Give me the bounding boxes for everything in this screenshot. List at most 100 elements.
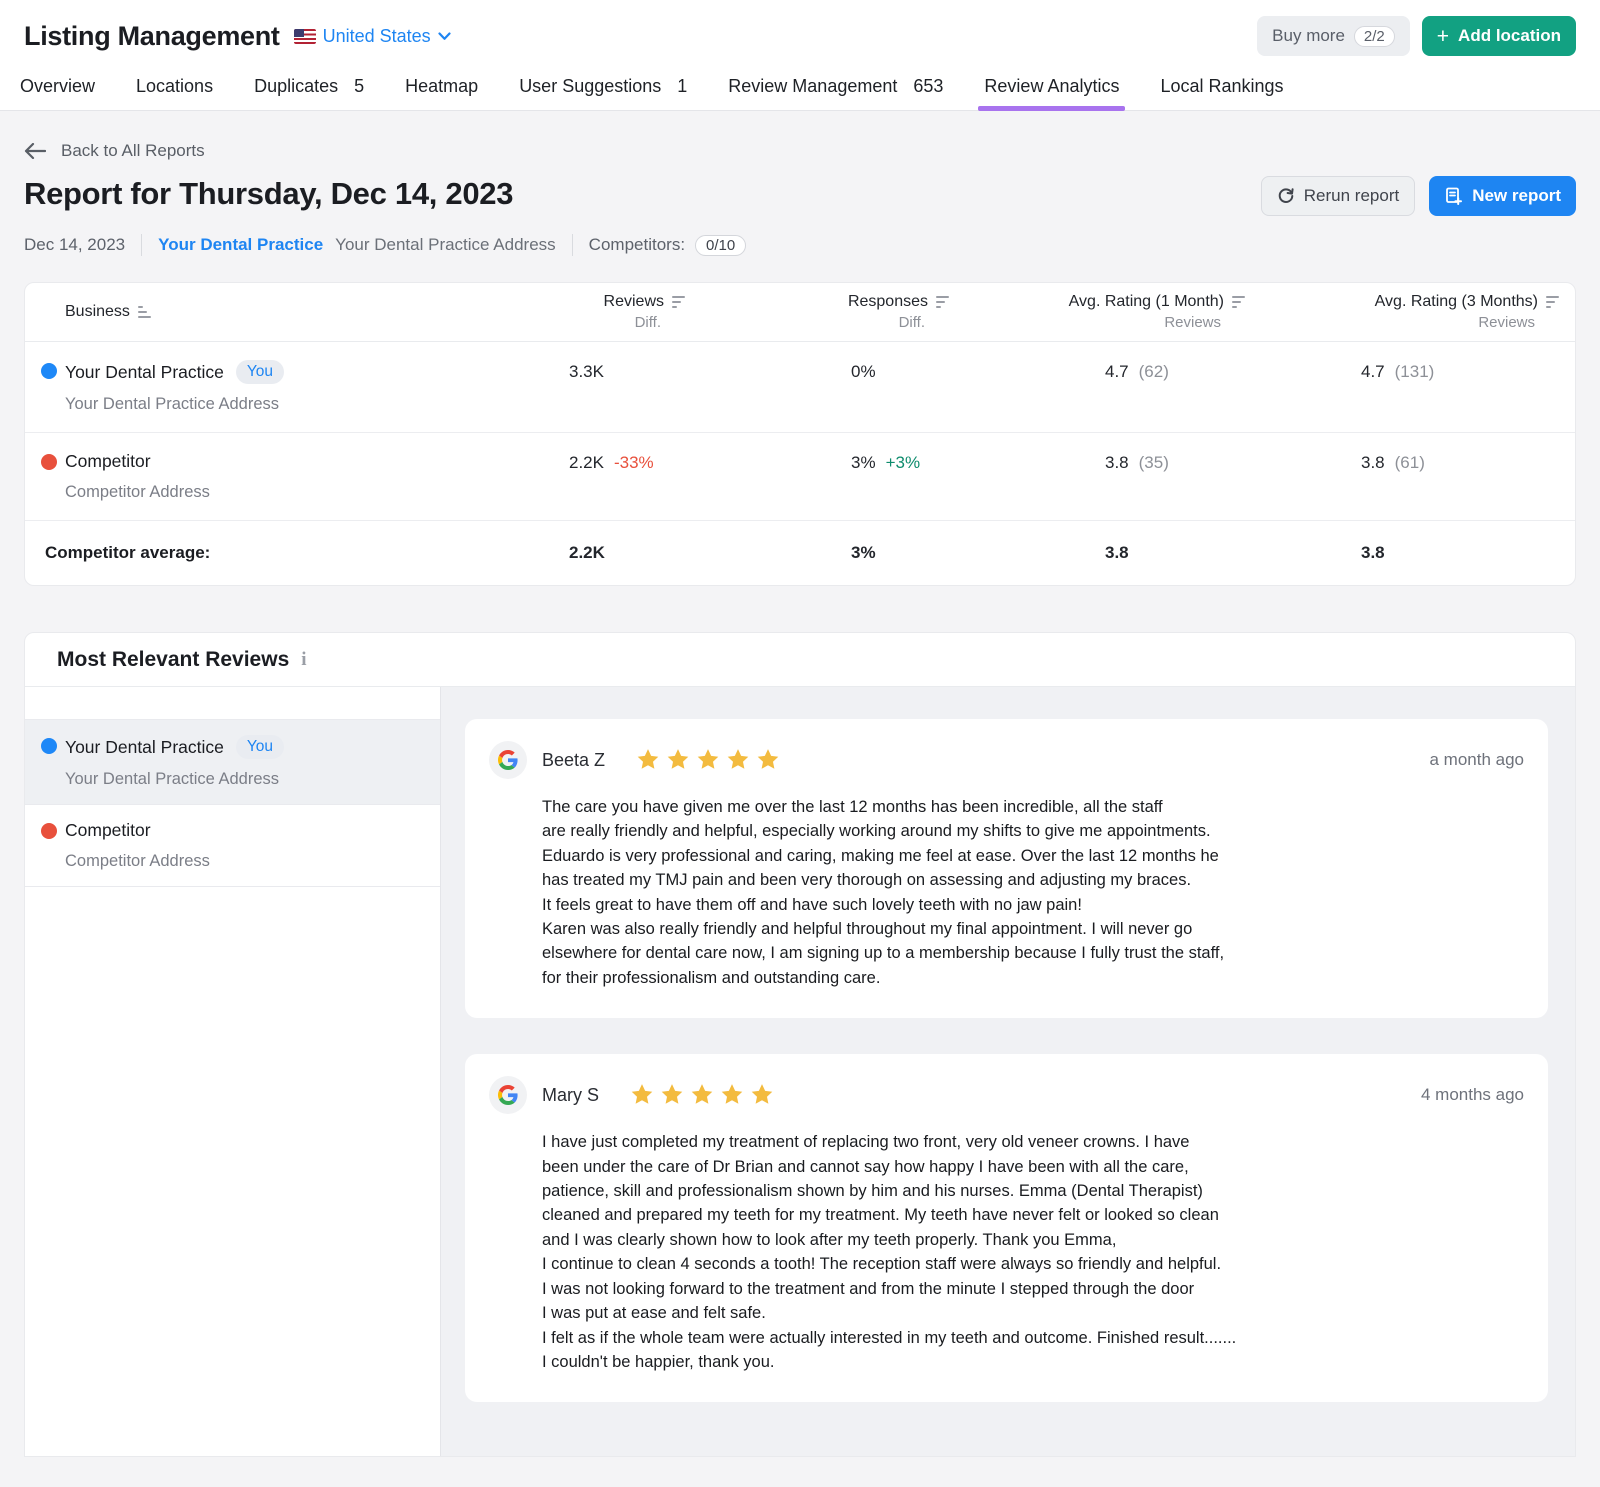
rating-3m-count: (61) (1395, 453, 1425, 473)
review-author: Mary S (542, 1085, 599, 1106)
column-header-rating-3months[interactable]: Avg. Rating (3 Months) Reviews (1261, 283, 1575, 341)
avg-rating-3m: 3.8 (1361, 543, 1385, 563)
table-row-competitor[interactable]: Competitor Competitor Address 2.2K -33% 3… (25, 433, 1575, 521)
star-icon (725, 747, 751, 773)
reviews-value: 2.2K (569, 453, 604, 473)
review-card: Beeta Z a month ago The care you have gi… (465, 719, 1548, 1018)
tab-duplicates[interactable]: Duplicates5 (252, 72, 366, 110)
most-relevant-reviews-section: Most Relevant Reviews i Your Dental Prac… (24, 632, 1576, 1457)
review-date: a month ago (1429, 750, 1524, 770)
reviews-section-title: Most Relevant Reviews (57, 648, 289, 672)
sidebar-item-competitor[interactable]: Competitor Competitor Address (25, 805, 440, 887)
sidebar-item-your-practice[interactable]: Your Dental Practice You Your Dental Pra… (25, 719, 440, 805)
rating-3m-count: (131) (1395, 362, 1435, 382)
sidebar-business-address: Competitor Address (65, 852, 210, 871)
you-badge: You (236, 735, 284, 759)
column-header-rating-1month[interactable]: Avg. Rating (1 Month) Reviews (965, 283, 1261, 341)
review-date: 4 months ago (1421, 1085, 1524, 1105)
divider (572, 234, 573, 256)
table-row-competitor-average: Competitor average: 2.2K 3% 3.8 3.8 (25, 521, 1575, 585)
buy-more-label: Buy more (1272, 26, 1345, 46)
new-report-button[interactable]: New report (1429, 176, 1576, 216)
sort-icon (672, 296, 685, 309)
new-report-label: New report (1472, 186, 1561, 206)
main-nav: Overview Locations Duplicates5 Heatmap U… (0, 66, 1600, 111)
star-icon (695, 747, 721, 773)
region-selector[interactable]: United States (294, 26, 451, 47)
star-icon (755, 747, 781, 773)
rating-1m-count: (35) (1139, 453, 1169, 473)
review-card: Mary S 4 months ago I have just complete… (465, 1054, 1548, 1402)
add-location-label: Add location (1458, 26, 1561, 46)
app-title: Listing Management (24, 21, 280, 52)
reviews-list: Beeta Z a month ago The care you have gi… (441, 687, 1575, 1456)
star-rating (635, 747, 781, 773)
tab-duplicates-count: 5 (354, 76, 364, 97)
rating-3m-value: 4.7 (1361, 362, 1385, 382)
review-text: The care you have given me over the last… (542, 795, 1524, 990)
sort-icon (138, 306, 151, 319)
tab-review-analytics[interactable]: Review Analytics (982, 72, 1121, 110)
competitors-label: Competitors: (589, 235, 685, 255)
tab-heatmap[interactable]: Heatmap (403, 72, 480, 110)
average-label: Competitor average: (25, 521, 541, 585)
sort-icon (936, 296, 949, 309)
star-icon (635, 747, 661, 773)
report-date: Dec 14, 2023 (24, 235, 125, 255)
business-name: Competitor (65, 451, 151, 472)
rating-1m-count: (62) (1139, 362, 1169, 382)
responses-value: 3% (851, 453, 876, 473)
tab-locations[interactable]: Locations (134, 72, 215, 110)
back-to-reports-link[interactable]: Back to All Reports (24, 111, 205, 161)
reviews-value: 3.3K (569, 362, 604, 382)
business-address: Competitor Address (65, 483, 210, 502)
responses-value: 0% (851, 362, 876, 382)
rating-1m-value: 4.7 (1105, 362, 1129, 382)
star-icon (659, 1082, 685, 1108)
star-icon (719, 1082, 745, 1108)
tab-review-management[interactable]: Review Management653 (726, 72, 945, 110)
sort-icon (1546, 296, 1559, 309)
tab-overview[interactable]: Overview (18, 72, 97, 110)
star-icon (749, 1082, 775, 1108)
refresh-icon (1277, 187, 1295, 205)
you-badge: You (236, 360, 284, 384)
new-report-icon (1444, 187, 1463, 206)
table-row-your-practice[interactable]: Your Dental Practice You Your Dental Pra… (25, 342, 1575, 433)
responses-diff: +3% (886, 453, 921, 473)
star-rating (629, 1082, 775, 1108)
buy-more-count-badge: 2/2 (1354, 26, 1395, 47)
column-header-reviews[interactable]: Reviews Diff. (541, 283, 701, 341)
business-address: Your Dental Practice Address (65, 395, 284, 414)
competitors-count-badge: 0/10 (695, 235, 746, 256)
tab-review-management-count: 653 (913, 76, 943, 97)
review-text: I have just completed my treatment of re… (542, 1130, 1524, 1374)
back-arrow-icon (24, 143, 46, 159)
region-label: United States (323, 26, 431, 47)
rating-3m-value: 3.8 (1361, 453, 1385, 473)
reviews-sidebar: Your Dental Practice You Your Dental Pra… (25, 687, 441, 1456)
blue-marker-dot (41, 738, 57, 754)
star-icon (689, 1082, 715, 1108)
add-location-button[interactable]: + Add location (1422, 16, 1576, 56)
divider (141, 234, 142, 256)
info-icon[interactable]: i (301, 649, 306, 671)
avg-reviews: 2.2K (569, 543, 605, 563)
sidebar-business-name: Competitor (65, 820, 151, 841)
sort-icon (1232, 296, 1245, 309)
star-icon (629, 1082, 655, 1108)
red-marker-dot (41, 454, 57, 470)
column-header-business[interactable]: Business (25, 293, 541, 331)
business-link[interactable]: Your Dental Practice (158, 235, 323, 255)
tab-local-rankings[interactable]: Local Rankings (1158, 72, 1285, 110)
tab-user-suggestions[interactable]: User Suggestions1 (517, 72, 689, 110)
rerun-report-button[interactable]: Rerun report (1261, 176, 1415, 216)
comparison-table: Business Reviews Diff. Responses Diff. A… (24, 282, 1576, 586)
reviews-diff: -33% (614, 453, 654, 473)
column-header-responses[interactable]: Responses Diff. (701, 283, 965, 341)
star-icon (665, 747, 691, 773)
buy-more-button[interactable]: Buy more 2/2 (1257, 16, 1410, 56)
avg-responses: 3% (851, 543, 876, 563)
chevron-down-icon (438, 32, 451, 41)
red-marker-dot (41, 823, 57, 839)
